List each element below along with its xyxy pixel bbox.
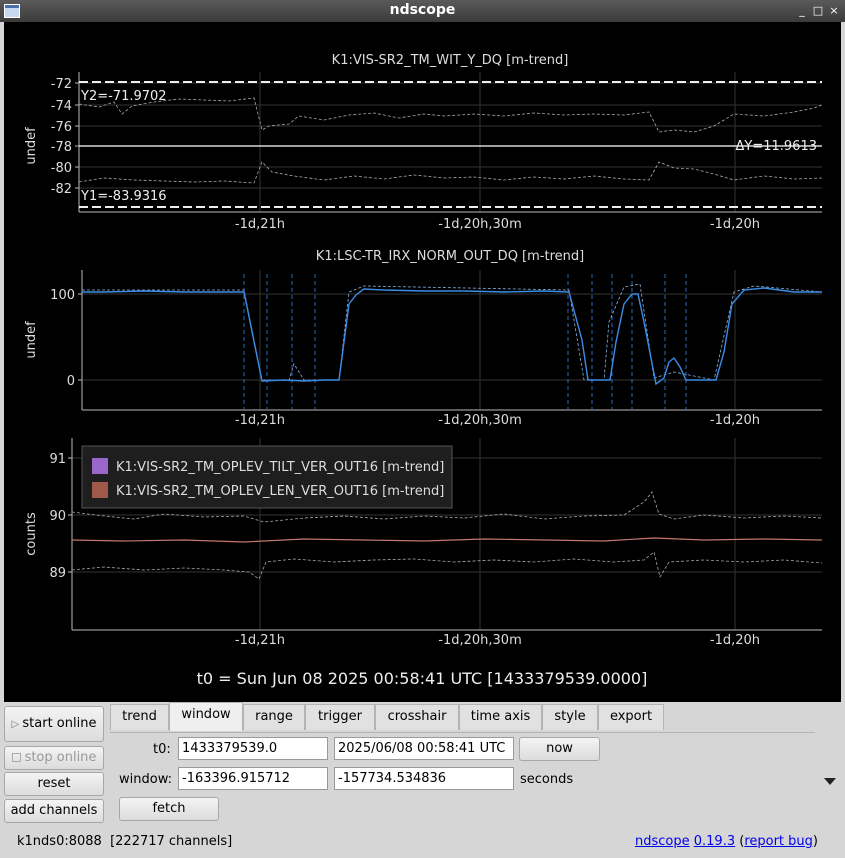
status-version: ndscope 0.19.3 (report bug) xyxy=(635,834,818,850)
status-server: k1nds0:8088 [222717 channels] xyxy=(17,834,232,850)
fetch-button[interactable]: fetch xyxy=(119,797,219,821)
plot-3-series-line xyxy=(71,537,823,543)
stop-icon xyxy=(11,753,21,762)
t0-label: t0: xyxy=(153,742,171,757)
plot-2-ylabel: undef xyxy=(24,321,39,359)
window-end-field[interactable]: -157734.534836 xyxy=(334,767,514,790)
tab-export[interactable]: export xyxy=(598,704,664,730)
stop-online-label: stop online xyxy=(24,750,97,765)
tab-trend[interactable]: trend xyxy=(110,704,169,730)
plot-1-ytick: -74 xyxy=(51,99,72,114)
close-button[interactable]: × xyxy=(827,3,841,18)
plot-2-ytick: 0 xyxy=(67,374,75,389)
plot-3-xtick: -1d,20h xyxy=(710,633,760,648)
stop-online-button[interactable]: stop online xyxy=(4,746,104,770)
ndscope-link[interactable]: ndscope xyxy=(635,834,690,849)
plot-3-ytick: 89 xyxy=(49,566,66,581)
plot-1-ytick: -78 xyxy=(51,140,72,155)
legend-swatch-tilt xyxy=(92,458,108,474)
tab-time-axis[interactable]: time axis xyxy=(459,704,542,730)
plot-2-ytick: 100 xyxy=(50,288,75,303)
plot-1-xtick: -1d,20h xyxy=(710,217,760,232)
legend-entry-len: K1:VIS-SR2_TM_OPLEV_LEN_VER_OUT16 [m-tre… xyxy=(116,484,444,499)
plot-3-xtick: -1d,20h,30m xyxy=(438,633,521,648)
plot-1-xtick: -1d,21h xyxy=(235,217,285,232)
close-paren: ) xyxy=(812,834,818,849)
delta-y-label: ΔY=11.9613 xyxy=(736,139,818,154)
now-button[interactable]: now xyxy=(519,737,600,761)
start-online-button[interactable]: ▷ start online xyxy=(4,706,104,742)
legend-swatch-len xyxy=(92,482,108,498)
nds-server-text: k1nds0:8088 xyxy=(17,834,102,849)
tab-range[interactable]: range xyxy=(243,704,305,730)
y2-cursor-label: Y2=-71.9702 xyxy=(80,89,167,104)
plot-1-ytick: -80 xyxy=(51,161,72,176)
version-link[interactable]: 0.19.3 xyxy=(694,834,735,849)
report-bug-link[interactable]: report bug xyxy=(744,834,813,849)
plot-3-ytick: 91 xyxy=(49,452,66,467)
tab-style[interactable]: style xyxy=(542,704,598,730)
plot-1-ytick: -82 xyxy=(51,182,72,197)
window-label: window: xyxy=(119,772,172,787)
tab-window[interactable]: window xyxy=(169,702,243,731)
maximize-button[interactable]: □ xyxy=(811,3,825,18)
plot-1-ytick: -76 xyxy=(51,120,72,135)
plot-1-ylabel: undef xyxy=(24,127,39,165)
plot-2-title: K1:LSC-TR_IRX_NORM_OUT_DQ [m-trend] xyxy=(316,249,584,264)
tab-bar-divider xyxy=(110,732,815,733)
plot-1[interactable]: K1:VIS-SR2_TM_WIT_Y_DQ [m-trend] undef -… xyxy=(24,53,823,232)
start-online-label: start online xyxy=(22,716,97,731)
tab-trigger[interactable]: trigger xyxy=(305,704,375,730)
window-title: ndscope xyxy=(389,2,456,18)
plot-3[interactable]: counts 91 90 89 -1d,21h -1d,20h,30m -1d,… xyxy=(24,438,823,648)
plot-1-xtick: -1d,20h,30m xyxy=(438,217,521,232)
plot-3-ytick: 90 xyxy=(49,509,66,524)
y1-cursor-label: Y1=-83.9316 xyxy=(80,189,167,204)
t0-gps-field[interactable]: 1433379539.0 xyxy=(178,737,328,760)
plot-2-xtick: -1d,20h,30m xyxy=(438,413,521,428)
legend-entry-tilt: K1:VIS-SR2_TM_OPLEV_TILT_VER_OUT16 [m-tr… xyxy=(116,460,444,475)
t0-timestamp-label: t0 = Sun Jun 08 2025 00:58:41 UTC [14333… xyxy=(197,669,648,688)
reset-button[interactable]: reset xyxy=(4,772,104,796)
t0-utc-field[interactable]: 2025/06/08 00:58:41 UTC xyxy=(334,737,514,760)
plot-2[interactable]: K1:LSC-TR_IRX_NORM_OUT_DQ [m-trend] unde… xyxy=(24,249,823,428)
plot-3-legend[interactable]: K1:VIS-SR2_TM_OPLEV_TILT_VER_OUT16 [m-tr… xyxy=(81,445,453,509)
plot-2-xtick: -1d,21h xyxy=(235,413,285,428)
plot-2-xtick: -1d,20h xyxy=(710,413,760,428)
title-bar: ndscope _ □ × xyxy=(0,0,845,22)
plot-2-series-line xyxy=(82,287,822,386)
plot-1-title: K1:VIS-SR2_TM_WIT_Y_DQ [m-trend] xyxy=(332,53,569,68)
play-icon: ▷ xyxy=(11,719,23,730)
plot-3-xtick: -1d,21h xyxy=(235,633,285,648)
control-panel: ▷ start online stop online reset add cha… xyxy=(0,702,845,858)
channel-count-text: [222717 channels] xyxy=(110,834,233,849)
minimize-button[interactable]: _ xyxy=(795,3,809,18)
plot-3-ylabel: counts xyxy=(24,512,39,556)
plot-1-ytick: -72 xyxy=(51,77,72,92)
window-start-field[interactable]: -163396.915712 xyxy=(178,767,328,790)
expand-arrow-icon[interactable] xyxy=(824,778,836,785)
plot-area[interactable]: K1:VIS-SR2_TM_WIT_Y_DQ [m-trend] undef -… xyxy=(4,22,841,702)
tab-crosshair[interactable]: crosshair xyxy=(375,704,459,730)
add-channels-button[interactable]: add channels xyxy=(4,799,104,823)
seconds-label: seconds xyxy=(520,772,574,787)
